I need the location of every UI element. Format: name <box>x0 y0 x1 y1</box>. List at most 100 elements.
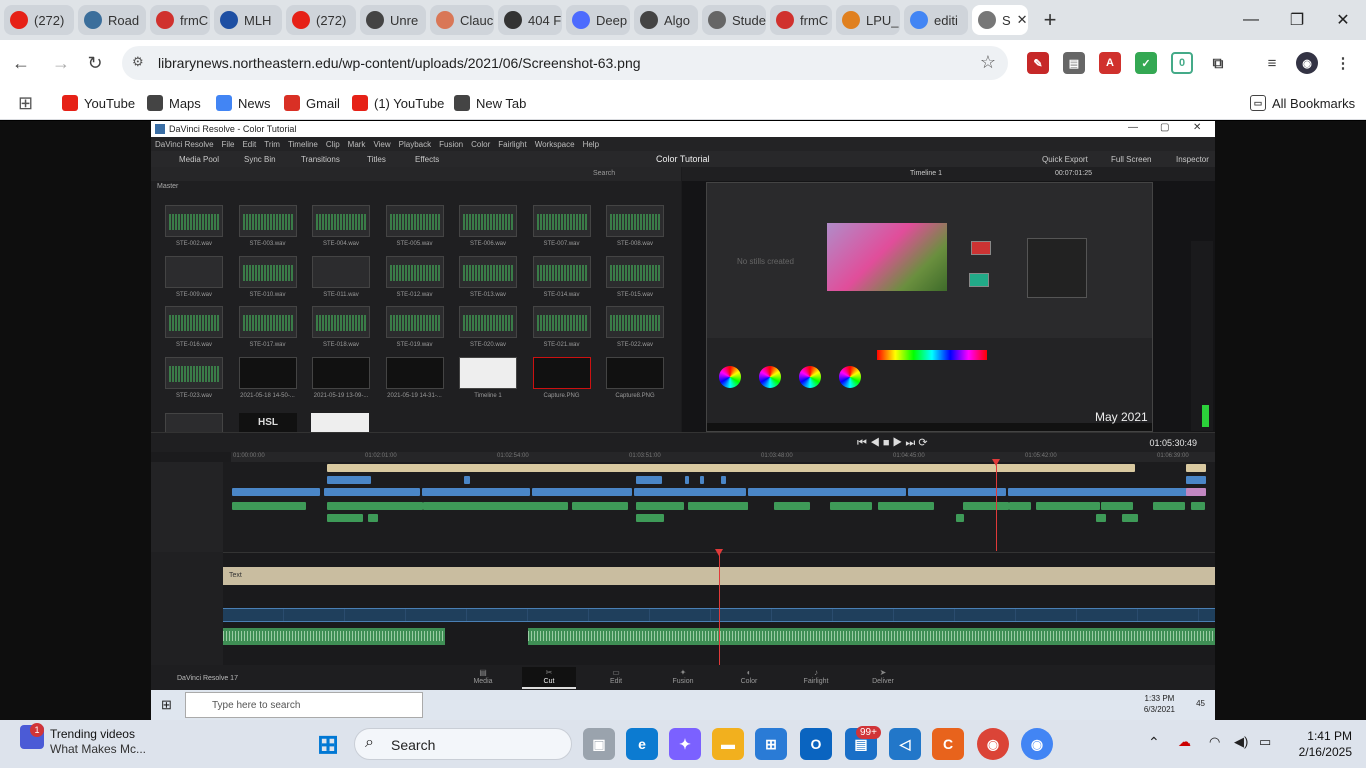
browser-tab[interactable]: Road <box>78 5 146 35</box>
bookmark-label: New Tab <box>476 95 527 111</box>
browser-tab[interactable]: Unre <box>360 5 426 35</box>
browser-tab[interactable]: 404 F <box>498 5 562 35</box>
bookmark-item[interactable]: YouTube <box>62 93 135 113</box>
acrobat-icon[interactable]: A <box>1099 52 1121 74</box>
media-clip-label: Capture8.PNG <box>615 392 655 399</box>
media-clip-thumb <box>606 356 664 389</box>
windows-start-button[interactable]: ⊞ <box>312 728 344 760</box>
no-stills-text: No stills created <box>737 257 794 266</box>
timeline-clip <box>1191 502 1205 510</box>
timeline-clip <box>572 502 628 510</box>
bookmark-favicon-icon <box>454 95 470 111</box>
trending-widget[interactable]: 1 Trending videos What Makes Mc... <box>20 723 146 757</box>
onedrive-icon[interactable]: ☁ <box>1178 734 1191 750</box>
media-clip-label: STE-015.wav <box>616 291 653 298</box>
bookmark-item[interactable]: (1) YouTube <box>352 93 444 113</box>
ext-icon[interactable]: ▤ <box>1063 52 1085 74</box>
file-explorer-icon[interactable]: ▬ <box>712 728 744 760</box>
taskbar-clock[interactable]: 1:41 PM 2/16/2025 <box>1299 728 1352 760</box>
media-clip-thumb <box>459 356 517 389</box>
copilot-icon[interactable]: ✦ <box>669 728 701 760</box>
bookmark-item[interactable]: Gmail <box>284 93 340 113</box>
tab-label: Clauc <box>460 12 494 28</box>
omnibox[interactable]: ⚙ librarynews.northeastern.edu/wp-conten… <box>122 46 1008 80</box>
page-icon: ♪ <box>814 668 818 677</box>
maximize-icon[interactable]: ❐ <box>1274 0 1320 40</box>
shield-icon[interactable]: ✓ <box>1135 52 1157 74</box>
audio-clip-1 <box>223 628 445 645</box>
media-control-icon[interactable]: ≡ <box>1261 52 1283 74</box>
minimize-icon[interactable]: — <box>1228 0 1274 40</box>
bookmark-star-icon[interactable]: ☆ <box>980 52 996 73</box>
media-clip-label: STE-013.wav <box>469 291 506 298</box>
timeline-clip <box>908 488 1006 496</box>
store-icon[interactable]: ⊞ <box>755 728 787 760</box>
vscode-icon[interactable]: ◁ <box>889 728 921 760</box>
site-info-icon[interactable]: ⚙ <box>132 54 150 72</box>
brave-icon[interactable]: C <box>932 728 964 760</box>
timeline-clip <box>327 514 363 522</box>
chrome-2-icon[interactable]: ◉ <box>1021 728 1053 760</box>
extensions-puzzle-icon[interactable]: ⧉ <box>1207 52 1229 74</box>
reload-icon[interactable]: ↻ <box>80 48 110 78</box>
browser-tab[interactable]: S ✕ <box>972 5 1028 35</box>
ext-oval-icon[interactable]: 0 <box>1171 52 1193 74</box>
browser-tab[interactable]: LPU_ <box>836 5 900 35</box>
back-icon[interactable]: ← <box>6 48 36 78</box>
timeline-clip <box>1064 502 1100 510</box>
browser-tab[interactable]: frmC <box>150 5 210 35</box>
browser-tab[interactable]: editi <box>904 5 968 35</box>
media-clip-label: STE-021.wav <box>543 342 580 348</box>
bookmark-item[interactable]: News <box>216 93 271 113</box>
browser-tab[interactable]: Algo <box>634 5 698 35</box>
edge-icon[interactable]: e <box>626 728 658 760</box>
browser-tab[interactable]: Stude <box>702 5 766 35</box>
timeline-clip <box>368 514 378 522</box>
apps-grid-icon[interactable]: ⊞ <box>18 93 33 113</box>
transport-timecode: 01:05:30:49 <box>1149 438 1197 448</box>
tab-favicon-icon <box>842 11 860 29</box>
bookmark-item[interactable]: New Tab <box>454 93 526 113</box>
viewer-header: Timeline 1 00:07:01:25 <box>682 167 1215 181</box>
close-window-icon[interactable]: ✕ <box>1320 0 1366 40</box>
url-text[interactable]: librarynews.northeastern.edu/wp-content/… <box>158 55 641 71</box>
media-clip-thumb <box>238 306 297 338</box>
outlook-icon[interactable]: O <box>800 728 832 760</box>
timeline-clip <box>478 502 568 510</box>
nested-windows-taskbar: ⊞ Type here to search 1:33 PM 6/3/2021 4… <box>151 690 1215 720</box>
tab-favicon-icon <box>292 11 310 29</box>
wifi-icon[interactable]: ◠ <box>1209 734 1220 750</box>
page-tab: ▤ Media <box>456 667 510 689</box>
timeline-clip <box>464 476 470 484</box>
chrome-icon[interactable]: ◉ <box>977 728 1009 760</box>
image-viewer: DaVinci Resolve - Color Tutorial — ▢ ✕ D… <box>0 121 1366 720</box>
lower-playhead-knob <box>715 549 723 556</box>
tray-chevron-icon[interactable]: ⌃ <box>1148 734 1160 751</box>
tab-close-icon[interactable]: ✕ <box>1017 12 1028 28</box>
browser-tab[interactable]: (272) <box>286 5 356 35</box>
browser-tab[interactable]: MLH <box>214 5 282 35</box>
new-tab-button[interactable]: + <box>1036 6 1064 34</box>
kebab-menu-icon[interactable]: ⋮ <box>1332 52 1354 74</box>
tab-favicon-icon <box>156 11 174 29</box>
task-view-icon[interactable]: ▣ <box>583 728 615 760</box>
browser-tab[interactable]: frmC <box>770 5 832 35</box>
pdf-ext-icon[interactable]: ✎ <box>1027 52 1049 74</box>
forward-icon[interactable]: → <box>46 48 76 78</box>
profile-avatar[interactable]: ◉ <box>1296 52 1318 74</box>
all-bookmarks[interactable]: ▭ All Bookmarks <box>1250 93 1355 113</box>
media-clip-thumb <box>459 205 517 237</box>
timeline-clip <box>721 476 726 484</box>
battery-icon[interactable]: ▭ <box>1259 734 1271 750</box>
browser-tab[interactable]: (272) <box>4 5 74 35</box>
media-clip-label: STE-007.wav <box>543 241 580 247</box>
media-clip-label: STE-002.wav <box>175 241 212 247</box>
bookmark-label: Maps <box>169 95 201 111</box>
browser-tab[interactable]: Deep <box>566 5 630 35</box>
bookmark-item[interactable]: Maps <box>147 93 201 113</box>
volume-icon[interactable]: ◀) <box>1234 734 1248 750</box>
taskbar-search[interactable]: ⌕ Search <box>354 728 572 760</box>
browser-tab[interactable]: Clauc <box>430 5 494 35</box>
screenshot-image: DaVinci Resolve - Color Tutorial — ▢ ✕ D… <box>151 121 1215 720</box>
tab-label: (272) <box>316 12 347 28</box>
